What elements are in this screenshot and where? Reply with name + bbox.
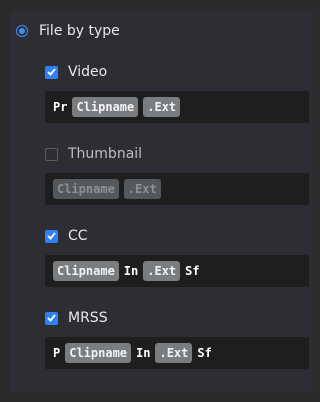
- pattern-text: P: [53, 346, 61, 360]
- pattern-text: Sf: [197, 346, 212, 360]
- pattern-token-clipname[interactable]: Clipname: [72, 97, 139, 117]
- thumbnail-filename-pattern: Clipname .Ext: [45, 173, 309, 205]
- video-option[interactable]: Video: [45, 63, 313, 81]
- video-section: Video Pr Clipname .Ext: [45, 63, 313, 123]
- pattern-token-clipname: Clipname: [53, 179, 119, 199]
- mrss-option[interactable]: MRSS: [45, 309, 313, 327]
- checkmark-icon: [47, 68, 56, 76]
- thumbnail-section: Thumbnail Clipname .Ext: [45, 145, 313, 205]
- file-by-type-radio[interactable]: [16, 25, 28, 37]
- pattern-token-ext[interactable]: .Ext: [143, 261, 181, 281]
- checkmark-icon: [47, 314, 56, 322]
- video-checkbox[interactable]: [45, 65, 58, 79]
- thumbnail-option[interactable]: Thumbnail: [45, 145, 313, 163]
- pattern-text: Sf: [185, 264, 200, 278]
- cc-filename-pattern[interactable]: Clipname In .Ext Sf: [45, 255, 309, 287]
- pattern-token-clipname[interactable]: Clipname: [53, 261, 119, 281]
- mrss-section: MRSS P Clipname In .Ext Sf: [45, 309, 313, 369]
- pattern-token-ext[interactable]: .Ext: [143, 97, 181, 117]
- mrss-filename-pattern[interactable]: P Clipname In .Ext Sf: [45, 337, 309, 369]
- thumbnail-label: Thumbnail: [68, 146, 143, 162]
- checkmark-icon: [47, 232, 56, 240]
- pattern-token-ext: .Ext: [123, 179, 161, 199]
- mrss-checkbox[interactable]: [45, 311, 58, 325]
- pattern-token-clipname[interactable]: Clipname: [65, 343, 132, 363]
- pattern-text: In: [136, 346, 151, 360]
- file-by-type-label: File by type: [39, 23, 120, 39]
- pattern-text: Pr: [53, 100, 68, 114]
- thumbnail-checkbox[interactable]: [45, 147, 58, 161]
- pattern-text: In: [123, 264, 139, 278]
- cc-option[interactable]: CC: [45, 227, 313, 245]
- cc-checkbox[interactable]: [45, 229, 58, 243]
- cc-section: CC Clipname In .Ext Sf: [45, 227, 313, 287]
- video-label: Video: [68, 64, 108, 80]
- file-by-type-option[interactable]: File by type: [16, 21, 120, 41]
- pattern-token-ext[interactable]: .Ext: [155, 343, 193, 363]
- video-filename-pattern[interactable]: Pr Clipname .Ext: [45, 91, 309, 123]
- mrss-label: MRSS: [68, 310, 108, 326]
- cc-label: CC: [68, 228, 88, 244]
